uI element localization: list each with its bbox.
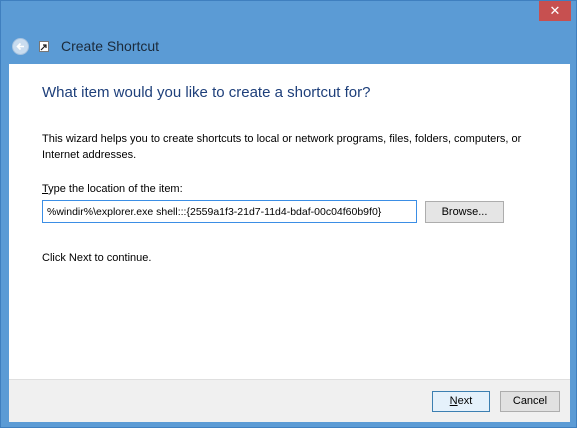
page-heading: What item would you like to create a sho… <box>42 84 371 101</box>
close-button[interactable]: ✕ <box>539 1 571 21</box>
next-button[interactable]: Next <box>432 391 490 412</box>
continue-instruction: Click Next to continue. <box>42 252 152 264</box>
wizard-footer: Next Cancel <box>9 379 570 422</box>
location-label: Type the location of the item: <box>42 183 183 195</box>
create-shortcut-window: ✕ Create Shortcut What item would you li… <box>0 0 577 428</box>
back-arrow-icon <box>16 42 24 51</box>
location-label-text: ype the location of the item: <box>48 183 183 195</box>
cancel-button[interactable]: Cancel <box>500 391 560 412</box>
browse-button[interactable]: Browse... <box>425 201 504 223</box>
wizard-title: Create Shortcut <box>61 38 160 54</box>
next-button-accelerator: N <box>449 395 458 407</box>
shortcut-icon <box>39 41 49 52</box>
title-bar[interactable]: ✕ <box>1 1 576 31</box>
location-input[interactable] <box>42 200 417 223</box>
wizard-description: This wizard helps you to create shortcut… <box>42 133 522 161</box>
close-icon: ✕ <box>549 3 561 18</box>
next-button-label: ext <box>457 395 473 407</box>
back-button[interactable] <box>12 38 29 55</box>
wizard-header: Create Shortcut <box>1 31 576 64</box>
wizard-content: What item would you like to create a sho… <box>9 64 570 379</box>
